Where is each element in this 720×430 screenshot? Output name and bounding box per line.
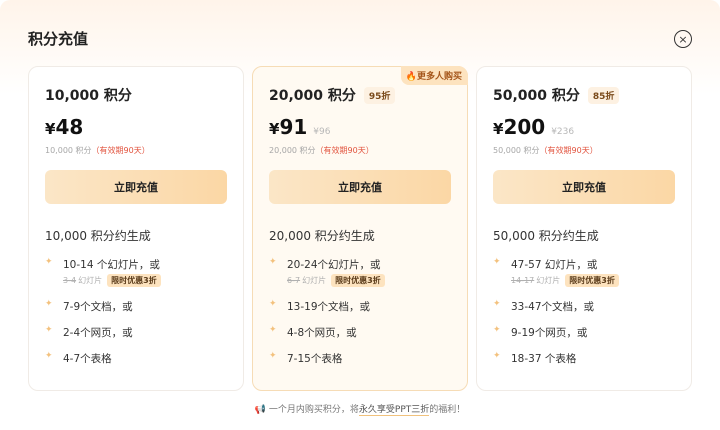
- promo-badge: 限时优惠3折: [565, 274, 619, 287]
- generation-title: 20,000 积分约生成: [269, 229, 375, 243]
- list-item: ✦ 7-9个文档，或: [45, 299, 231, 315]
- footer-highlight: 永久享受PPT三折: [358, 405, 430, 416]
- feature-list: ✦ 47-57 幻灯片，或 14-17 幻灯片 限时优惠3折 ✦ 33-47个文…: [493, 257, 679, 377]
- plan-card-20000: 🔥更多人购买 20,000 积分 95折 ¥ 91 ¥96 20,000 积分（…: [252, 66, 468, 391]
- sparkle-icon: ✦: [45, 325, 53, 335]
- plan-price: 91: [279, 115, 308, 139]
- original-quantity: 14-17: [511, 276, 535, 285]
- feature-text: 7-9个文档，或: [63, 301, 133, 313]
- footer-prefix: 一个月内购买积分，将: [268, 405, 359, 415]
- sparkle-icon: ✦: [45, 351, 53, 361]
- points-amount: 10,000 积分: [45, 146, 92, 155]
- currency-symbol: ¥: [45, 120, 56, 138]
- popular-badge: 🔥更多人购买: [400, 66, 468, 85]
- recharge-modal: 积分充值 × 10,000 积分 ¥ 48 10,000 积分（有效期90天） …: [0, 0, 720, 430]
- plan-price: 200: [503, 115, 546, 139]
- points-amount: 50,000 积分: [493, 146, 540, 155]
- list-item: ✦ 18-37 个表格: [493, 351, 679, 367]
- price-row: ¥ 48: [45, 115, 83, 139]
- promo-line: 6-7 幻灯片 限时优惠3折: [287, 274, 455, 287]
- points-amount: 20,000 积分: [269, 146, 316, 155]
- feature-list: ✦ 20-24个幻灯片，或 6-7 幻灯片 限时优惠3折 ✦ 13-19个文档，…: [269, 257, 455, 377]
- sparkle-icon: ✦: [493, 257, 501, 267]
- list-item: ✦ 9-19个网页，或: [493, 325, 679, 341]
- plan-name: 20,000 积分: [269, 88, 356, 104]
- discount-badge: 95折: [363, 86, 396, 104]
- list-item: ✦ 13-19个文档，或: [269, 299, 455, 315]
- validity-period: （有效期90天）: [91, 146, 150, 155]
- recharge-button[interactable]: 立即充值: [45, 170, 227, 204]
- plan-header: 10,000 积分: [45, 85, 132, 105]
- plan-card-50000: 50,000 积分 85折 ¥ 200 ¥236 50,000 积分（有效期90…: [476, 66, 692, 391]
- list-item: ✦ 33-47个文档，或: [493, 299, 679, 315]
- plan-price: 48: [55, 115, 84, 139]
- sparkle-icon: ✦: [269, 351, 277, 361]
- plan-header: 50,000 积分 85折: [493, 85, 620, 105]
- feature-text: 18-37 个表格: [511, 353, 577, 365]
- price-row: ¥ 91 ¥96: [269, 115, 330, 139]
- sparkle-icon: ✦: [493, 351, 501, 361]
- validity-text: 50,000 积分（有效期90天）: [493, 145, 598, 156]
- feature-text: 13-19个文档，或: [287, 301, 371, 313]
- feature-text: 20-24个幻灯片，或: [287, 259, 381, 271]
- feature-list: ✦ 10-14 个幻灯片，或 3-4 幻灯片 限时优惠3折 ✦ 7-9个文档，或…: [45, 257, 231, 377]
- feature-text: 47-57 幻灯片，或: [511, 259, 598, 271]
- feature-text: 4-8个网页，或: [287, 327, 357, 339]
- recharge-button[interactable]: 立即充值: [269, 170, 451, 204]
- megaphone-icon: 📢: [254, 405, 266, 415]
- original-quantity: 3-4: [63, 276, 77, 285]
- currency-symbol: ¥: [493, 120, 504, 138]
- footer-note: 📢 一个月内购买积分，将永久享受PPT三折的福利！: [0, 402, 720, 416]
- recharge-button[interactable]: 立即充值: [493, 170, 675, 204]
- price-row: ¥ 200 ¥236: [493, 115, 574, 139]
- list-item: ✦ 7-15个表格: [269, 351, 455, 367]
- sparkle-icon: ✦: [45, 257, 53, 267]
- sparkle-icon: ✦: [45, 299, 53, 309]
- sparkle-icon: ✦: [269, 257, 277, 267]
- sparkle-icon: ✦: [493, 325, 501, 335]
- feature-text: 33-47个文档，或: [511, 301, 595, 313]
- feature-text: 9-19个网页，或: [511, 327, 588, 339]
- generation-title: 50,000 积分约生成: [493, 229, 599, 243]
- list-item: ✦ 4-7个表格: [45, 351, 231, 367]
- original-price: ¥96: [313, 127, 331, 137]
- sparkle-icon: ✦: [269, 299, 277, 309]
- list-item: ✦ 47-57 幻灯片，或 14-17 幻灯片 限时优惠3折: [493, 257, 679, 287]
- slide-unit: 幻灯片: [78, 276, 103, 285]
- feature-text: 10-14 个幻灯片，或: [63, 259, 160, 271]
- currency-symbol: ¥: [269, 120, 280, 138]
- plan-header: 20,000 积分 95折: [269, 85, 396, 105]
- close-icon[interactable]: ×: [674, 30, 692, 48]
- original-quantity: 6-7: [287, 276, 301, 285]
- modal-title: 积分充值: [28, 30, 89, 48]
- plan-name: 50,000 积分: [493, 88, 580, 104]
- sparkle-icon: ✦: [493, 299, 501, 309]
- feature-text: 7-15个表格: [287, 353, 343, 365]
- slide-unit: 幻灯片: [302, 276, 327, 285]
- sparkle-icon: ✦: [269, 325, 277, 335]
- promo-line: 14-17 幻灯片 限时优惠3折: [511, 274, 679, 287]
- feature-text: 4-7个表格: [63, 353, 112, 365]
- validity-period: （有效期90天）: [539, 146, 598, 155]
- list-item: ✦ 20-24个幻灯片，或 6-7 幻灯片 限时优惠3折: [269, 257, 455, 287]
- promo-badge: 限时优惠3折: [331, 274, 385, 287]
- discount-badge: 85折: [587, 86, 620, 104]
- original-price: ¥236: [551, 127, 575, 137]
- promo-line: 3-4 幻灯片 限时优惠3折: [63, 274, 231, 287]
- validity-text: 20,000 积分（有效期90天）: [269, 145, 374, 156]
- plan-card-10000: 10,000 积分 ¥ 48 10,000 积分（有效期90天） 立即充值 10…: [28, 66, 244, 391]
- feature-text: 2-4个网页，或: [63, 327, 133, 339]
- list-item: ✦ 10-14 个幻灯片，或 3-4 幻灯片 限时优惠3折: [45, 257, 231, 287]
- plan-name: 10,000 积分: [45, 88, 132, 104]
- footer-suffix: 的福利！: [429, 405, 466, 415]
- generation-title: 10,000 积分约生成: [45, 229, 151, 243]
- validity-text: 10,000 积分（有效期90天）: [45, 145, 150, 156]
- validity-period: （有效期90天）: [315, 146, 374, 155]
- list-item: ✦ 2-4个网页，或: [45, 325, 231, 341]
- slide-unit: 幻灯片: [536, 276, 561, 285]
- promo-badge: 限时优惠3折: [107, 274, 161, 287]
- list-item: ✦ 4-8个网页，或: [269, 325, 455, 341]
